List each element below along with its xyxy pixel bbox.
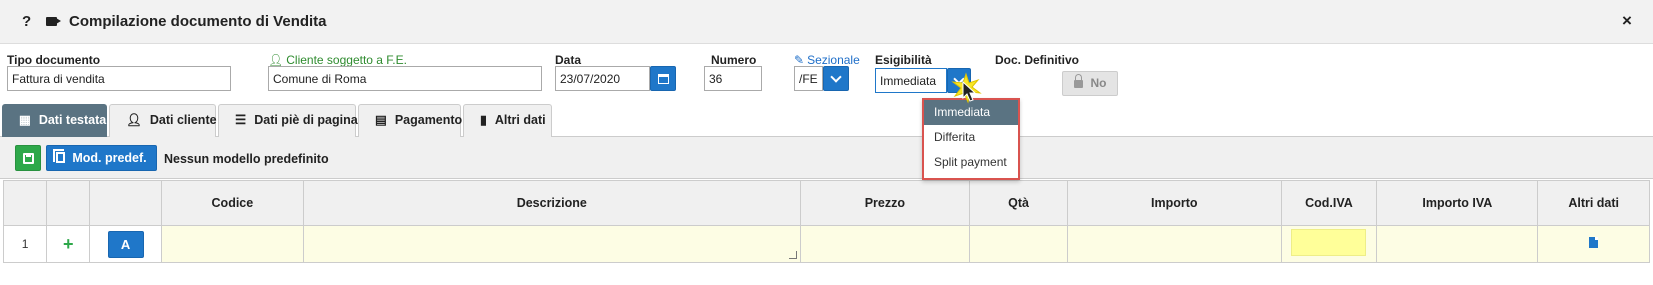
doc-definitivo-label: Doc. Definitivo — [995, 53, 1080, 67]
add-row-button[interactable]: + — [63, 234, 74, 254]
numero-label: Numero — [711, 53, 757, 67]
tipo-documento-input[interactable] — [7, 66, 231, 91]
esigibilita-dropdown-menu: Immediata Differita Split payment — [922, 98, 1020, 180]
tab-dati-testata[interactable]: ▦ Dati testata — [2, 104, 107, 137]
document-lines-table: Codice Descrizione Prezzo Qtà Importo Co… — [2, 180, 1650, 263]
cursor-highlight-icon — [951, 72, 982, 104]
cliente-fe-text: Cliente soggetto a F.E. — [286, 53, 407, 67]
sezionale-input[interactable] — [794, 66, 823, 91]
mod-predef-label: Mod. predef. — [72, 151, 147, 165]
file-icon: ▮ — [480, 113, 487, 127]
tab-dati-pie-pagina[interactable]: ☰ Dati piè di pagina — [218, 104, 358, 137]
cod-iva-input[interactable] — [1291, 229, 1367, 256]
edit-icon: ✎ — [794, 53, 805, 67]
toolbar: Mod. predef. Nessun modello predefinito — [0, 137, 1653, 179]
row-number: 1 — [2, 225, 48, 263]
lock-icon — [1073, 74, 1083, 88]
video-icon[interactable] — [46, 17, 61, 26]
sezionale-dropdown-button[interactable] — [823, 66, 849, 91]
tab-label: Altri dati — [494, 113, 546, 127]
tab-label: Dati testata — [38, 113, 107, 127]
col-header-importo[interactable]: Importo — [1066, 180, 1282, 226]
esigibilita-label: Esigibilità — [875, 53, 932, 67]
prezzo-cell[interactable] — [799, 225, 971, 263]
tab-label: Dati cliente — [149, 113, 217, 127]
calendar-icon — [657, 74, 669, 84]
altri-dati-cell[interactable] — [1537, 225, 1650, 263]
col-header-cod-iva[interactable]: Cod.IVA — [1280, 180, 1378, 226]
file-icon[interactable] — [1589, 237, 1599, 248]
tipo-documento-label: Tipo documento — [7, 53, 101, 67]
save-button[interactable] — [15, 145, 41, 171]
close-icon[interactable]: × — [1622, 11, 1632, 31]
cliente-input[interactable] — [268, 66, 542, 91]
qta-cell[interactable] — [969, 225, 1068, 263]
codice-cell[interactable] — [160, 225, 304, 263]
data-input[interactable] — [555, 66, 650, 91]
mod-predef-button[interactable]: Mod. predef. — [46, 145, 157, 171]
user-icon: 👤︎ — [126, 113, 142, 127]
calendar-icon: ▤ — [375, 113, 387, 127]
add-row-cell: + — [46, 225, 91, 263]
col-header-prezzo[interactable]: Prezzo — [799, 180, 971, 226]
tab-altri-dati[interactable]: ▮ Altri dati — [463, 104, 552, 137]
col-header — [46, 180, 91, 226]
doc-definitivo-button[interactable]: No — [1062, 71, 1118, 96]
tab-label: Dati piè di pagina — [254, 113, 358, 127]
importo-cell[interactable] — [1066, 225, 1282, 263]
sezionale-text: Sezionale — [807, 53, 860, 67]
help-icon[interactable]: ? — [22, 13, 31, 30]
copy-icon — [53, 149, 66, 163]
chevron-down-icon — [830, 71, 842, 83]
numero-input[interactable] — [704, 66, 762, 91]
importo-iva-cell[interactable] — [1376, 225, 1539, 263]
save-icon — [23, 153, 34, 164]
action-cell: A — [89, 225, 162, 263]
cod-iva-cell[interactable] — [1280, 225, 1378, 263]
row-action-button[interactable]: A — [107, 230, 144, 258]
dropdown-option-split-payment[interactable]: Split payment — [924, 150, 1018, 175]
user-icon: 👤︎ — [268, 53, 284, 67]
descrizione-cell[interactable] — [302, 225, 801, 263]
col-header-importo-iva[interactable]: Importo IVA — [1376, 180, 1539, 226]
table-row: 1 + A — [2, 225, 1650, 263]
calendar-button[interactable] — [650, 66, 676, 91]
tab-pagamento[interactable]: ▤ Pagamento — [358, 104, 463, 137]
list-icon: ☰ — [235, 113, 247, 127]
doc-definitivo-value: No — [1090, 76, 1107, 90]
tab-label: Pagamento — [394, 113, 463, 127]
table-header-row: Codice Descrizione Prezzo Qtà Importo Co… — [2, 180, 1650, 226]
cliente-fe-label[interactable]: 👤︎ Cliente soggetto a F.E. — [268, 53, 407, 67]
col-header-codice[interactable]: Codice — [160, 180, 304, 226]
resize-handle-icon[interactable] — [788, 251, 797, 259]
esigibilita-select[interactable] — [875, 68, 947, 93]
col-header-qta[interactable]: Qtà — [969, 180, 1068, 226]
table-icon: ▦ — [19, 113, 31, 127]
data-label: Data — [555, 53, 582, 67]
title-bar: ? Compilazione documento di Vendita × — [0, 0, 1653, 44]
col-header-altri-dati[interactable]: Altri dati — [1537, 180, 1650, 226]
col-header-descrizione[interactable]: Descrizione — [302, 180, 801, 226]
tab-dati-cliente[interactable]: 👤︎ Dati cliente — [109, 104, 217, 137]
window-title: Compilazione documento di Vendita — [69, 13, 327, 30]
col-header — [2, 180, 48, 226]
model-status: Nessun modello predefinito — [164, 152, 329, 166]
dropdown-option-differita[interactable]: Differita — [924, 125, 1018, 150]
col-header — [89, 180, 162, 226]
sezionale-label[interactable]: ✎ Sezionale — [794, 53, 860, 67]
